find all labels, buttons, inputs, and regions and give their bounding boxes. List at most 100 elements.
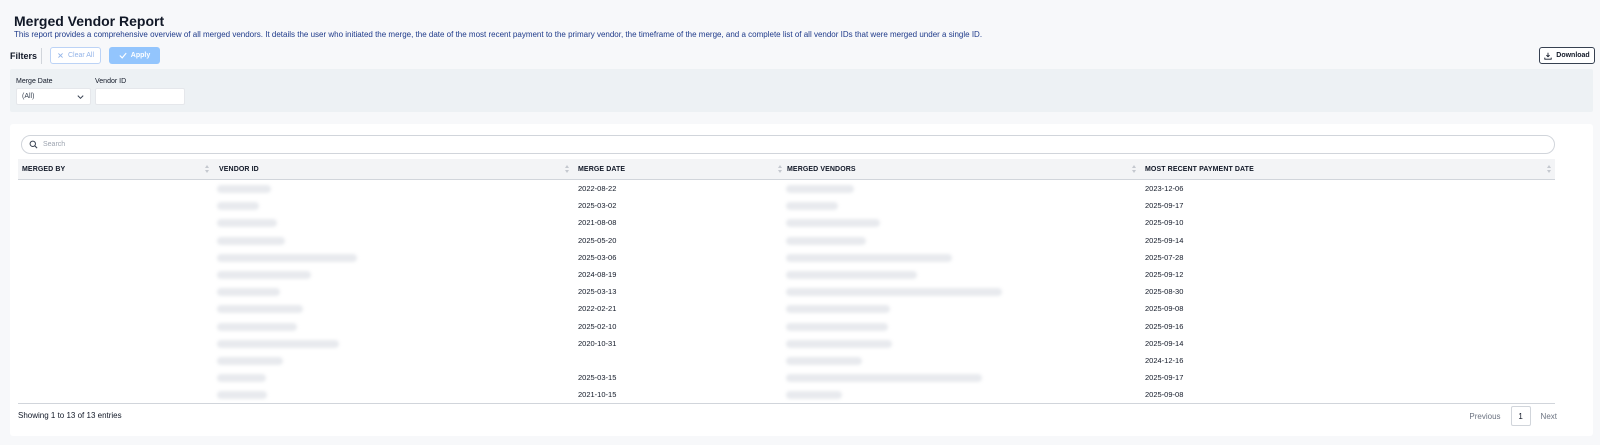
merge-date-cell: 2021-10-15 [578, 390, 617, 400]
vendor-id-cell-redacted [217, 253, 357, 262]
merge-date-cell: 2025-02-10 [578, 321, 617, 331]
page-description: This report provides a comprehensive ove… [14, 30, 983, 39]
report-header: Merged Vendor Report [14, 13, 164, 29]
report-table-card: Search MERGED BY VENDOR ID MERGE DATE ME… [10, 124, 1593, 436]
vendor-id-cell-redacted [217, 374, 266, 383]
merge-date-cell: 2025-03-13 [578, 287, 617, 297]
filters-label: Filters [10, 51, 38, 61]
merge-date-select[interactable]: (All) [16, 88, 91, 105]
merge-date-cell: 2020-10-31 [578, 338, 617, 348]
table-row[interactable]: 2022-08-22 2023-12-06 [18, 180, 1555, 197]
merged-vendors-cell-redacted [786, 339, 892, 348]
vendor-id-cell-redacted [217, 236, 285, 245]
table-row[interactable]: 2025-03-06 2025-07-28 [18, 249, 1555, 266]
vendor-id-cell-redacted [217, 322, 297, 331]
clear-all-label: Clear All [67, 52, 95, 59]
merged-vendors-cell-redacted [786, 322, 888, 331]
merge-date-cell: 2021-08-08 [578, 218, 617, 228]
merged-vendors-cell-redacted [786, 288, 1002, 297]
search-input[interactable]: Search [21, 135, 1555, 154]
payment-date-cell: 2025-09-08 [1145, 390, 1184, 400]
vendor-id-input[interactable] [95, 88, 185, 105]
apply-label: Apply [130, 52, 151, 59]
merged-vendors-cell-redacted [786, 305, 890, 314]
column-vendor-id[interactable]: VENDOR ID [219, 166, 259, 173]
payment-date-cell: 2025-09-12 [1145, 269, 1184, 279]
payment-date-cell: 2025-09-14 [1145, 235, 1184, 245]
table-row[interactable]: 2021-08-08 2025-09-10 [18, 214, 1555, 231]
merge-date-cell: 2022-02-21 [578, 304, 617, 314]
filters-divider [41, 48, 42, 64]
pagination: Previous 1 Next [1469, 406, 1557, 426]
vendor-id-cell-redacted [217, 202, 259, 211]
payment-date-cell: 2025-09-10 [1145, 218, 1184, 228]
table-row[interactable]: 2024-12-16 [18, 352, 1555, 369]
table-body: 2022-08-22 2023-12-06 2025-03-02 2025-09-17… [18, 180, 1555, 403]
merge-date-value: (All) [22, 93, 35, 100]
payment-date-cell: 2025-09-16 [1145, 321, 1184, 331]
merged-vendors-cell-redacted [786, 202, 838, 211]
merge-date-cell: 2025-03-02 [578, 201, 617, 211]
table-row[interactable]: 2025-03-15 2025-09-17 [18, 369, 1555, 386]
filters-toolbar: Filters Clear All Apply Download [10, 47, 1595, 67]
table-footer-divider [18, 403, 1555, 404]
merge-date-cell: 2024-08-19 [578, 269, 617, 279]
payment-date-cell: 2025-09-17 [1145, 201, 1184, 211]
payment-date-cell: 2024-12-16 [1145, 355, 1184, 365]
download-button[interactable]: Download [1539, 47, 1595, 64]
merge-date-cell: 2025-03-06 [578, 252, 617, 262]
clear-all-button[interactable]: Clear All [50, 47, 101, 64]
sort-icon[interactable] [204, 163, 210, 175]
column-merged-by[interactable]: MERGED BY [22, 166, 65, 173]
vendor-id-cell-redacted [217, 305, 303, 314]
page-number-button[interactable]: 1 [1510, 406, 1531, 426]
payment-date-cell: 2025-09-14 [1145, 338, 1184, 348]
filter-panel: Merge Date Vendor ID (All) [10, 69, 1593, 112]
page-title: Merged Vendor Report [14, 13, 165, 29]
merged-vendors-cell-redacted [786, 356, 862, 365]
table-row[interactable]: 2025-05-20 2025-09-14 [18, 232, 1555, 249]
table-row[interactable]: 2021-10-15 2025-09-08 [18, 386, 1555, 403]
merge-date-cell: 2022-08-22 [578, 184, 617, 193]
sort-icon[interactable] [564, 163, 570, 175]
table-row[interactable]: 2025-02-10 2025-09-16 [18, 318, 1555, 335]
merge-date-cell: 2025-05-20 [578, 235, 617, 245]
table-row[interactable]: 2025-03-13 2025-08-30 [18, 283, 1555, 300]
search-icon [29, 140, 38, 149]
column-most-recent-payment-date[interactable]: MOST RECENT PAYMENT DATE [1145, 166, 1254, 173]
column-merge-date[interactable]: MERGE DATE [578, 166, 625, 173]
vendor-id-cell-redacted [217, 356, 283, 365]
column-merged-vendors[interactable]: MERGED VENDORS [787, 166, 856, 173]
payment-date-cell: 2023-12-06 [1145, 184, 1184, 193]
sort-icon[interactable] [777, 163, 783, 175]
table-row[interactable]: 2025-03-02 2025-09-17 [18, 197, 1555, 214]
payment-date-cell: 2025-08-30 [1145, 287, 1184, 297]
table-row[interactable]: 2022-02-21 2025-09-08 [18, 300, 1555, 317]
next-page-button[interactable]: Next [1541, 412, 1557, 421]
vendor-id-cell-redacted [217, 339, 339, 348]
merge-date-cell: 2025-03-15 [578, 373, 617, 383]
previous-page-button[interactable]: Previous [1469, 412, 1500, 421]
payment-date-cell: 2025-09-17 [1145, 373, 1184, 383]
table-row[interactable]: 2024-08-19 2025-09-12 [18, 266, 1555, 283]
vendor-id-cell-redacted [217, 391, 267, 400]
merged-vendors-cell-redacted [786, 391, 842, 400]
vendor-id-cell-redacted [217, 288, 280, 297]
merged-vendors-cell-redacted [786, 219, 880, 228]
apply-button[interactable]: Apply [109, 47, 160, 64]
close-icon [58, 53, 63, 58]
vendor-id-label: Vendor ID [95, 78, 127, 85]
table-header: MERGED BY VENDOR ID MERGE DATE MERGED VE… [18, 159, 1555, 180]
merged-vendors-cell-redacted [786, 270, 917, 279]
download-label: Download [1556, 52, 1590, 59]
chevron-down-icon [77, 95, 84, 100]
merged-vendors-cell-redacted [786, 374, 982, 383]
sort-icon[interactable] [1546, 163, 1552, 175]
entries-summary: Showing 1 to 13 of 13 entries [18, 411, 122, 420]
check-icon [119, 52, 127, 59]
merged-vendors-cell-redacted [786, 236, 866, 245]
merge-date-label: Merge Date [16, 78, 53, 85]
sort-icon[interactable] [1131, 163, 1137, 175]
table-row[interactable]: 2020-10-31 2025-09-14 [18, 335, 1555, 352]
vendor-id-cell-redacted [217, 185, 271, 193]
